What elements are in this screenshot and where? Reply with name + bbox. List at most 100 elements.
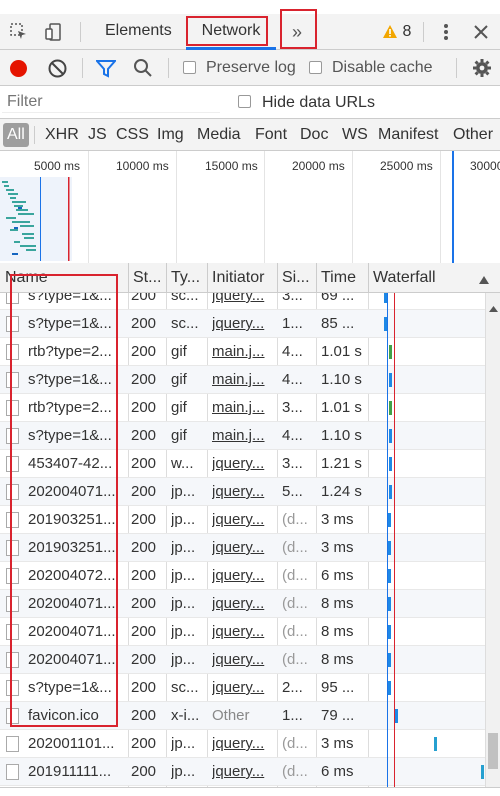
column-header-initiator[interactable]: Initiator <box>207 263 277 293</box>
request-name[interactable]: 202004072... <box>28 562 126 590</box>
filter-manifest[interactable]: Manifest <box>378 119 438 151</box>
filter-xhr[interactable]: XHR <box>45 119 79 151</box>
table-row[interactable]: 202004071... 200 jp... jquery... 5... 1.24 s <box>0 478 485 506</box>
request-initiator[interactable]: jquery... <box>212 310 274 338</box>
request-initiator[interactable]: main.j... <box>212 422 274 450</box>
status-bar <box>0 787 500 796</box>
request-initiator[interactable]: jquery... <box>212 758 274 786</box>
filter-input[interactable] <box>2 90 220 114</box>
table-row[interactable]: rtb?type=2... 200 gif main.j... 4... 1.01 s <box>0 338 485 366</box>
filter-js[interactable]: JS <box>88 119 107 151</box>
filter-doc[interactable]: Doc <box>300 119 328 151</box>
request-initiator[interactable]: jquery... <box>212 534 274 562</box>
request-initiator[interactable]: jquery... <box>212 478 274 506</box>
column-header-waterfall[interactable]: Waterfall <box>368 263 468 293</box>
tab-network[interactable]: Network <box>196 14 266 48</box>
request-name[interactable]: 201903251... <box>28 534 126 562</box>
warning-triangle-icon[interactable] <box>382 14 398 50</box>
table-row[interactable]: s?type=1&... 200 sc... jquery... 3... 69 ... <box>0 293 485 310</box>
hide-data-urls-label[interactable]: Hide data URLs <box>262 94 375 112</box>
request-initiator[interactable]: jquery... <box>212 293 274 310</box>
request-name[interactable]: 202004071... <box>28 646 126 674</box>
column-header-status[interactable]: St... <box>128 263 166 293</box>
filter-font[interactable]: Font <box>255 119 287 151</box>
request-name[interactable]: 201911111... <box>28 758 126 786</box>
table-row[interactable]: 202001101... 200 jp... jquery... (d... 3 ms <box>0 730 485 758</box>
more-tabs-button[interactable]: » <box>282 14 312 50</box>
sort-ascending-icon[interactable] <box>478 272 490 290</box>
request-name[interactable]: s?type=1&... <box>28 310 126 338</box>
request-name[interactable]: 202004071... <box>28 478 126 506</box>
table-row[interactable]: s?type=1&... 200 sc... jquery... 2... 95 ... <box>0 674 485 702</box>
cursor-arrow-icon[interactable] <box>8 14 30 50</box>
request-name[interactable]: 201903251... <box>28 506 126 534</box>
tab-elements[interactable]: Elements <box>105 14 172 48</box>
warning-count[interactable]: 8 <box>400 14 414 50</box>
timeline-overview[interactable]: 5000 ms 10000 ms 15000 ms 20000 ms 25000… <box>0 151 500 267</box>
preserve-log-label[interactable]: Preserve log <box>206 59 296 77</box>
request-name[interactable]: s?type=1&... <box>28 293 126 310</box>
request-initiator[interactable]: jquery... <box>212 590 274 618</box>
filter-all[interactable]: All <box>7 119 25 151</box>
table-row[interactable]: 201903251... 200 jp... jquery... (d... 3 ms <box>0 534 485 562</box>
table-row[interactable]: 453407-42... 200 w... jquery... 3... 1.21 s <box>0 450 485 478</box>
clear-icon[interactable] <box>48 59 67 78</box>
table-row[interactable]: 202004071... 200 jp... jquery... (d... 8 ms <box>0 646 485 674</box>
request-initiator[interactable]: jquery... <box>212 450 274 478</box>
search-icon[interactable] <box>133 58 153 78</box>
table-row[interactable]: s?type=1&... 200 gif main.j... 4... 1.10 s <box>0 366 485 394</box>
request-name[interactable]: s?type=1&... <box>28 366 126 394</box>
vertical-ellipsis-icon[interactable] <box>436 14 456 50</box>
filter-media[interactable]: Media <box>197 119 241 151</box>
filter-other[interactable]: Other <box>453 119 493 151</box>
table-row[interactable]: favicon.ico 200 x-i... Other 1... 79 ... <box>0 702 485 730</box>
funnel-icon[interactable] <box>94 59 118 78</box>
request-initiator[interactable]: jquery... <box>212 506 274 534</box>
request-name[interactable]: favicon.ico <box>28 702 126 730</box>
request-initiator[interactable]: Other <box>212 702 274 730</box>
table-row[interactable]: 201911111... 200 jp... jquery... (d... 6 ms <box>0 758 485 786</box>
request-name[interactable]: rtb?type=2... <box>28 394 126 422</box>
table-row[interactable]: 202004071... 200 jp... jquery... (d... 8 ms <box>0 590 485 618</box>
column-header-type[interactable]: Ty... <box>166 263 207 293</box>
filter-img[interactable]: Img <box>157 119 184 151</box>
preserve-log-checkbox[interactable] <box>183 61 196 74</box>
request-name[interactable]: rtb?type=2... <box>28 338 126 366</box>
table-row[interactable]: 201903251... 200 jp... jquery... (d... 3 ms <box>0 506 485 534</box>
table-row[interactable]: rtb?type=2... 200 gif main.j... 3... 1.01 s <box>0 394 485 422</box>
record-icon[interactable] <box>10 60 27 77</box>
request-initiator[interactable]: main.j... <box>212 338 274 366</box>
request-initiator[interactable]: jquery... <box>212 674 274 702</box>
request-initiator[interactable]: jquery... <box>212 730 274 758</box>
request-name[interactable]: 202004071... <box>28 590 126 618</box>
column-header-time[interactable]: Time <box>316 263 368 293</box>
request-name[interactable]: 202001101... <box>28 730 126 758</box>
scrollbar-thumb[interactable] <box>488 733 498 769</box>
request-initiator[interactable]: jquery... <box>212 646 274 674</box>
request-name[interactable]: 453407-42... <box>28 450 126 478</box>
table-row[interactable]: 202004071... 200 jp... jquery... (d... 8 ms <box>0 618 485 646</box>
column-header-name[interactable]: Name <box>0 263 128 293</box>
hide-data-urls-checkbox[interactable] <box>238 95 251 108</box>
column-header-size[interactable]: Si... <box>277 263 316 293</box>
table-row[interactable]: 202004072... 200 jp... jquery... (d... 6 ms <box>0 562 485 590</box>
request-initiator[interactable]: jquery... <box>212 618 274 646</box>
close-icon[interactable] <box>470 14 492 50</box>
request-initiator[interactable]: main.j... <box>212 394 274 422</box>
gear-icon[interactable] <box>472 58 492 78</box>
table-scrollbar[interactable] <box>485 293 500 787</box>
filter-ws[interactable]: WS <box>342 119 368 151</box>
request-initiator[interactable]: jquery... <box>212 562 274 590</box>
filter-css[interactable]: CSS <box>116 119 149 151</box>
request-name[interactable]: 202004071... <box>28 618 126 646</box>
disable-cache-label[interactable]: Disable cache <box>332 59 433 77</box>
request-name[interactable]: s?type=1&... <box>28 674 126 702</box>
scroll-up-icon[interactable] <box>489 299 498 317</box>
mobile-device-icon[interactable] <box>42 14 64 50</box>
table-row[interactable]: s?type=1&... 200 sc... jquery... 1... 85 ... <box>0 310 485 338</box>
request-initiator[interactable]: main.j... <box>212 366 274 394</box>
disable-cache-checkbox[interactable] <box>309 61 322 74</box>
request-name[interactable]: s?type=1&... <box>28 422 126 450</box>
table-row[interactable]: s?type=1&... 200 gif main.j... 4... 1.10 s <box>0 422 485 450</box>
request-status: 200 <box>131 371 157 388</box>
